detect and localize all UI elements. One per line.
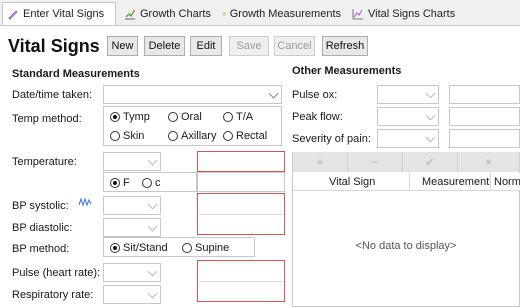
new-button[interactable]: New xyxy=(107,36,138,56)
temp-method-ta[interactable]: T/A xyxy=(223,111,253,123)
pain-severity-field[interactable] xyxy=(449,129,520,148)
peak-flow-label: Peak flow: xyxy=(292,111,343,123)
temp-method-oral[interactable]: Oral xyxy=(168,111,202,123)
grid-add-button[interactable]: + xyxy=(293,152,348,172)
column-header-norm[interactable]: Norm xyxy=(491,173,520,191)
radio-label: T/A xyxy=(236,111,253,123)
date-taken-combo[interactable] xyxy=(103,85,282,104)
pain-severity-combo[interactable] xyxy=(377,129,439,148)
cancel-button[interactable]: Cancel xyxy=(274,36,315,56)
column-header-measurement[interactable]: Measurement xyxy=(410,173,491,191)
bp-systolic-label: BP systolic: xyxy=(12,200,69,212)
tab-growth-measurements[interactable]: Growth Measurements xyxy=(219,2,347,25)
tab-growth-charts[interactable]: Growth Charts xyxy=(120,2,220,25)
radio-icon xyxy=(142,178,152,188)
temp-method-skin[interactable]: Skin xyxy=(110,130,144,142)
peak-flow-field[interactable] xyxy=(449,107,520,126)
refresh-button[interactable]: Refresh xyxy=(322,36,368,56)
radio-icon xyxy=(168,112,178,122)
tab-enter-vital-signs[interactable]: Enter Vital Signs xyxy=(2,2,116,25)
radio-label: Sit/Stand xyxy=(123,242,168,254)
temp-unit-spacer xyxy=(197,172,285,192)
save-button[interactable]: Save xyxy=(229,36,269,56)
bp-method-sit-stand[interactable]: Sit/Stand xyxy=(110,242,168,254)
chevron-down-icon xyxy=(426,111,436,121)
line-chart-icon xyxy=(352,8,364,20)
chevron-down-icon xyxy=(426,133,436,143)
tab-label: Growth Charts xyxy=(140,8,211,20)
radio-label: F xyxy=(123,177,130,189)
radio-icon xyxy=(168,131,178,141)
delete-button[interactable]: Delete xyxy=(144,36,185,56)
tab-vital-signs-charts[interactable]: Vital Signs Charts xyxy=(348,2,466,25)
page-title: Vital Signs xyxy=(8,36,100,57)
temperature-label: Temperature: xyxy=(12,156,77,168)
grid-confirm-button[interactable]: ✓ xyxy=(403,152,458,172)
chevron-down-icon xyxy=(148,200,158,210)
pulse-ox-combo[interactable] xyxy=(377,85,439,104)
bp-method-label: BP method: xyxy=(12,243,69,255)
tab-label: Vital Signs Charts xyxy=(368,8,455,20)
bp-diastolic-combo[interactable] xyxy=(103,218,161,237)
radio-label: Skin xyxy=(123,130,144,142)
respiratory-rate-label: Respiratory rate: xyxy=(12,289,93,301)
chevron-down-icon xyxy=(148,222,158,232)
column-header-vital-sign[interactable]: Vital Sign xyxy=(293,173,410,191)
pencil-icon xyxy=(7,8,19,20)
pulse-combo[interactable] xyxy=(103,263,161,282)
pain-severity-label: Severity of pain: xyxy=(292,133,371,145)
temp-unit-c[interactable]: c xyxy=(142,177,161,189)
chevron-down-icon xyxy=(148,156,158,166)
temp-method-rectal[interactable]: Rectal xyxy=(223,130,267,142)
grid-remove-button[interactable]: − xyxy=(348,152,403,172)
radio-icon xyxy=(182,243,192,253)
bp-method-supine[interactable]: Supine xyxy=(182,242,229,254)
radio-label: Oral xyxy=(181,111,202,123)
chevron-down-icon xyxy=(426,89,436,99)
radio-label: Rectal xyxy=(236,130,267,142)
chart-icon xyxy=(124,8,136,20)
other-measurements-title: Other Measurements xyxy=(292,65,401,77)
temperature-combo[interactable] xyxy=(103,152,161,171)
radio-icon xyxy=(110,243,120,253)
pulse-divider xyxy=(199,281,283,282)
bp-diastolic-label: BP diastolic: xyxy=(12,222,72,234)
tab-label: Enter Vital Signs xyxy=(23,8,104,20)
waveform-icon xyxy=(78,197,92,207)
temp-method-axillary[interactable]: Axillary xyxy=(168,130,216,142)
calendar-icon xyxy=(223,8,226,20)
grid-cancel-button[interactable]: × xyxy=(458,152,520,172)
radio-label: Tymp xyxy=(123,111,150,123)
tab-label: Growth Measurements xyxy=(230,8,341,20)
radio-icon xyxy=(110,178,120,188)
radio-icon xyxy=(110,112,120,122)
radio-icon xyxy=(223,112,233,122)
respiratory-rate-combo[interactable] xyxy=(103,285,161,304)
pulse-label: Pulse (heart rate): xyxy=(12,267,100,279)
radio-label: Axillary xyxy=(181,130,216,142)
radio-icon xyxy=(223,131,233,141)
temp-method-tymp[interactable]: Tymp xyxy=(110,111,150,123)
bp-systolic-combo[interactable] xyxy=(103,196,161,215)
grid-empty-text: <No data to display> xyxy=(293,240,519,252)
radio-label: c xyxy=(155,177,161,189)
temp-unit-f[interactable]: F xyxy=(110,177,130,189)
radio-icon xyxy=(110,131,120,141)
pulse-ox-label: Pulse ox: xyxy=(292,89,337,101)
date-taken-label: Date/time taken: xyxy=(12,89,92,101)
peak-flow-combo[interactable] xyxy=(377,107,439,126)
edit-button[interactable]: Edit xyxy=(190,36,222,56)
chevron-down-icon xyxy=(148,289,158,299)
temperature-value-field[interactable] xyxy=(197,151,285,172)
bp-divider xyxy=(199,214,283,215)
temp-method-label: Temp method: xyxy=(12,113,82,125)
chevron-down-icon xyxy=(269,89,279,99)
standard-measurements-title: Standard Measurements xyxy=(12,68,140,80)
chevron-down-icon xyxy=(148,267,158,277)
radio-label: Supine xyxy=(195,242,229,254)
pulse-ox-field[interactable] xyxy=(449,85,520,104)
